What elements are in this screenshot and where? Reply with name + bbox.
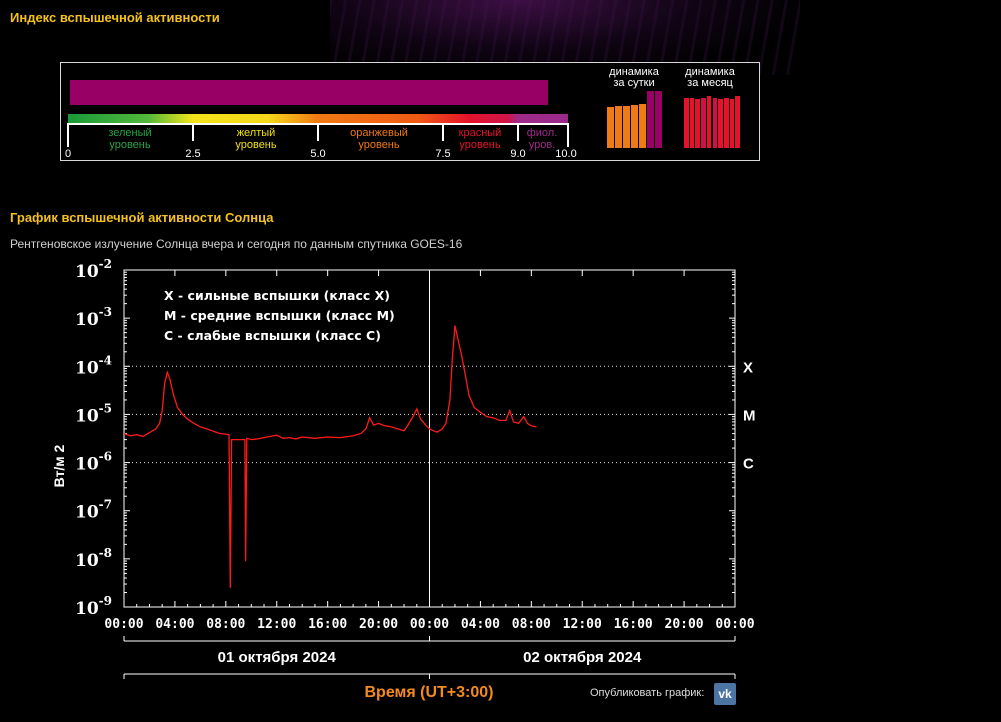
x-tick-label: 20:00: [359, 617, 398, 632]
x-tick-label: 00:00: [104, 617, 143, 632]
x-tick-label: 00:00: [715, 617, 754, 632]
y-tick-label: 10-8: [75, 546, 112, 571]
legend-entry: M - средние вспышки (класс M): [164, 308, 395, 323]
x-tick-label: 12:00: [257, 617, 296, 632]
y-tick-label: 10-7: [75, 498, 112, 523]
y-tick-label: 10-3: [75, 305, 112, 330]
y-axis-label: Вт/м 2: [51, 444, 67, 487]
x-tick-label: 16:00: [614, 617, 653, 632]
xray-flux-chart: 10-2 10-3 10-4 10-5 10-6 10-7 10-8 10-9 Вт/м 2 X M…: [51, 257, 756, 701]
class-label: M: [743, 407, 756, 424]
x-tick-label: 16:00: [308, 617, 347, 632]
legend-entry: X - сильные вспышки (класс X): [164, 288, 390, 303]
x-tick-label: 00:00: [410, 617, 449, 632]
x-axis-label: Время (UT+3:00): [365, 684, 494, 701]
day-label: 02 октября 2024: [523, 649, 642, 666]
x-tick-label: 08:00: [512, 617, 551, 632]
y-tick-label: 10-4: [75, 353, 112, 378]
y-tick-label: 10-5: [75, 401, 112, 426]
x-tick-label: 20:00: [665, 617, 704, 632]
publish-label: Опубликовать график:: [590, 687, 705, 699]
x-tick-label: 04:00: [155, 617, 194, 632]
x-tick-label: 04:00: [461, 617, 500, 632]
vk-share-button[interactable]: vk: [714, 683, 736, 705]
x-tick-label: 08:00: [206, 617, 245, 632]
day-label: 01 октября 2024: [218, 649, 337, 666]
y-tick-label: 10-2: [75, 257, 112, 282]
x-tick-label: 12:00: [563, 617, 602, 632]
class-label: X: [743, 359, 753, 376]
class-label: C: [743, 456, 754, 473]
y-tick-label: 10-9: [75, 594, 112, 619]
y-tick-label: 10-6: [75, 450, 112, 475]
legend-entry: C - слабые вспышки (класс C): [164, 328, 381, 343]
